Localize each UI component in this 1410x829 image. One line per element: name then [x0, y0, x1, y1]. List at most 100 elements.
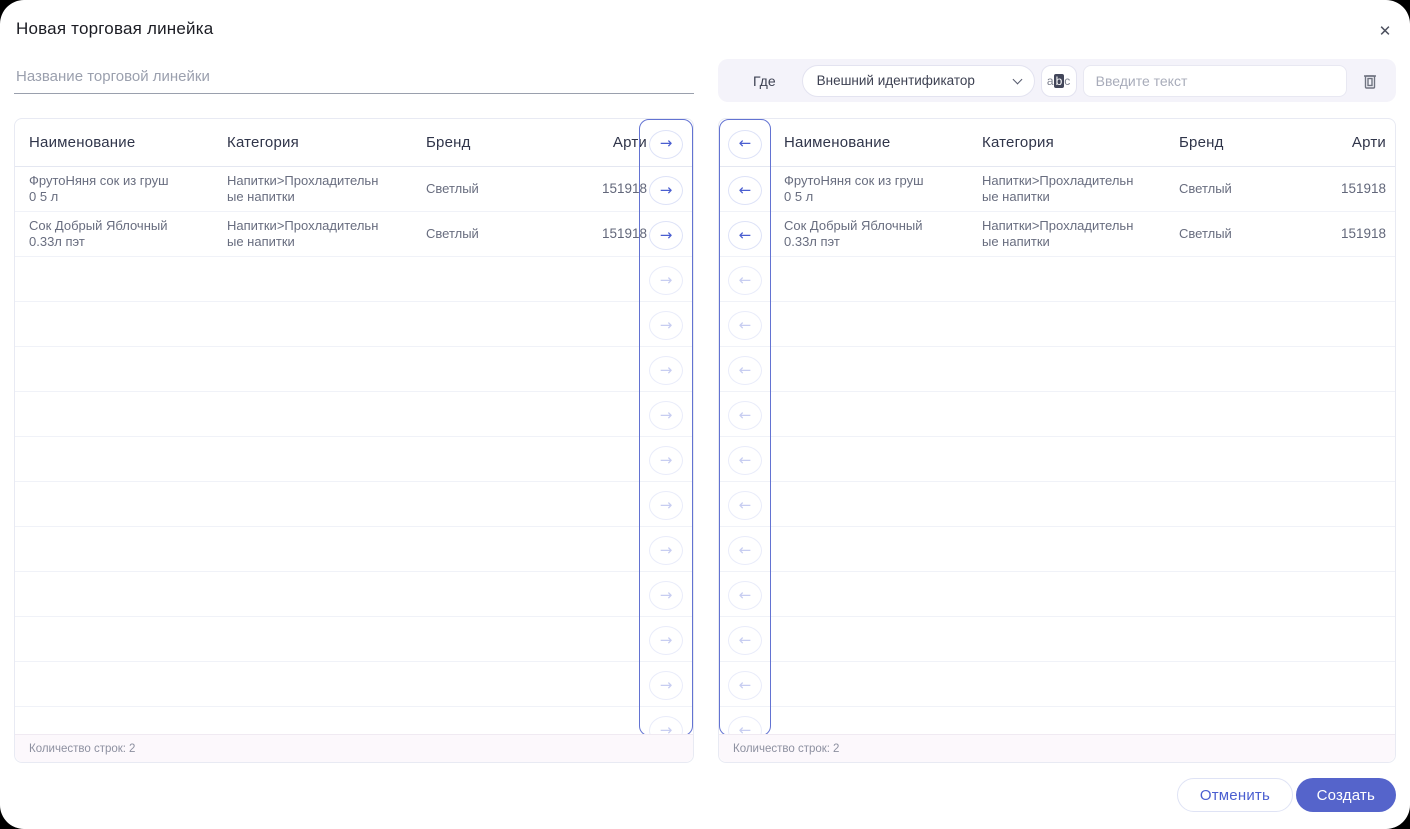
- move-left-icon[interactable]: ←: [728, 401, 762, 430]
- cell-category: Напитки>Прохладительные напитки: [227, 173, 379, 204]
- source-products-table: Наименование Категория Бренд Арти ФрутоНяня…: [14, 118, 694, 763]
- move-left-icon[interactable]: ←: [728, 671, 762, 700]
- cell-brand: Светлый: [426, 181, 479, 196]
- chevron-down-icon: [1012, 74, 1023, 84]
- move-right-icon[interactable]: →: [649, 446, 683, 475]
- table-row: [719, 302, 1395, 347]
- filter-bar: Где Внешний идентификатор a b c: [718, 59, 1396, 102]
- move-left-icon[interactable]: ←: [728, 266, 762, 295]
- move-right-icon[interactable]: →: [649, 356, 683, 385]
- arrow-slot: ←: [720, 708, 770, 735]
- arrow-slot: →: [640, 438, 692, 483]
- column-header: Категория: [227, 134, 299, 151]
- column-header: Наименование: [29, 134, 136, 151]
- move-right-icon[interactable]: →: [649, 671, 683, 700]
- arrow-slot: →: [640, 393, 692, 438]
- match-case-letter: b: [1054, 73, 1064, 88]
- cell-article: 151918: [1340, 226, 1386, 241]
- move-right-icon[interactable]: →: [649, 311, 683, 340]
- cell-category: Напитки>Прохладительные напитки: [982, 218, 1134, 249]
- filter-field-value: Внешний идентификатор: [816, 73, 975, 88]
- arrow-slot: ←: [720, 213, 770, 258]
- filter-field-select[interactable]: Внешний идентификатор: [801, 64, 1035, 97]
- table-row: [719, 617, 1395, 662]
- move-left-icon[interactable]: ←: [728, 446, 762, 475]
- table-row: [15, 347, 693, 392]
- table-row: Сок Добрый Яблочный 0.33л пэт Напитки>Про…: [719, 212, 1395, 257]
- move-right-icon[interactable]: →: [649, 176, 683, 205]
- move-left-column: ← ← ← ← ← ← ← ← ← ← ← ← ← ←: [719, 119, 771, 736]
- arrow-slot: ←: [720, 438, 770, 483]
- table-footer: Количество строк: 2: [15, 734, 693, 762]
- cell-category: Напитки>Прохладительные напитки: [227, 218, 379, 249]
- arrow-slot: →: [640, 573, 692, 618]
- table-row: [719, 707, 1395, 734]
- table-row: [15, 302, 693, 347]
- row-count-label: Количество строк:: [29, 742, 126, 755]
- move-right-icon[interactable]: →: [649, 401, 683, 430]
- move-right-icon[interactable]: →: [649, 129, 683, 159]
- match-case-icon[interactable]: a b c: [1040, 64, 1077, 97]
- arrow-slot: →: [640, 120, 692, 168]
- move-right-icon[interactable]: →: [649, 266, 683, 295]
- arrow-slot: ←: [720, 168, 770, 213]
- new-trade-line-modal: Новая торговая линейка ✕ Где Внешний иде…: [0, 0, 1410, 829]
- move-left-icon[interactable]: ←: [728, 626, 762, 655]
- column-header: Категория: [982, 134, 1054, 151]
- table-row: [719, 437, 1395, 482]
- arrow-slot: ←: [720, 528, 770, 573]
- arrow-slot: ←: [720, 483, 770, 528]
- column-header: Бренд: [426, 134, 471, 151]
- table-row: [719, 662, 1395, 707]
- filter-text-input[interactable]: [1082, 64, 1347, 97]
- create-button[interactable]: Создать: [1295, 778, 1396, 812]
- table-row: [719, 257, 1395, 302]
- arrow-slot: →: [640, 618, 692, 663]
- arrow-slot: ←: [720, 663, 770, 708]
- move-left-icon[interactable]: ←: [728, 176, 762, 205]
- move-left-icon[interactable]: ←: [728, 356, 762, 385]
- move-left-icon[interactable]: ←: [728, 129, 762, 159]
- move-left-icon[interactable]: ←: [728, 536, 762, 565]
- arrow-slot: →: [640, 213, 692, 258]
- row-count-label: Количество строк:: [733, 742, 830, 755]
- arrow-slot: ←: [720, 573, 770, 618]
- move-left-icon[interactable]: ←: [728, 221, 762, 250]
- row-count-value: 2: [833, 742, 840, 755]
- arrow-slot: ←: [720, 618, 770, 663]
- cell-name: ФрутоНяня сок из груш 0 5 л: [29, 173, 169, 204]
- match-case-letter: c: [1064, 73, 1071, 88]
- trash-icon[interactable]: [1359, 69, 1381, 93]
- table-row: [15, 437, 693, 482]
- table-footer: Количество строк: 2: [719, 734, 1395, 762]
- move-left-icon[interactable]: ←: [728, 311, 762, 340]
- move-right-icon[interactable]: →: [649, 581, 683, 610]
- move-right-column: → → → → → → → → → → → → → →: [639, 119, 693, 736]
- table-row: [15, 572, 693, 617]
- table-body: ФрутоНяня сок из груш 0 5 л Напитки>Прохл…: [15, 167, 693, 734]
- table-body: ФрутоНяня сок из груш 0 5 л Напитки>Прохл…: [719, 167, 1395, 734]
- arrow-slot: ←: [720, 348, 770, 393]
- move-left-icon[interactable]: ←: [728, 716, 762, 735]
- move-right-icon[interactable]: →: [649, 491, 683, 520]
- table-row: [719, 392, 1395, 437]
- cell-brand: Светлый: [426, 226, 479, 241]
- table-header-row: Наименование Категория Бренд Арти: [719, 119, 1395, 167]
- close-icon[interactable]: ✕: [1373, 20, 1397, 44]
- arrow-slot: →: [640, 168, 692, 213]
- table-row: [719, 347, 1395, 392]
- table-row: ФрутоНяня сок из груш 0 5 л Напитки>Прохл…: [15, 167, 693, 212]
- trade-line-name-input[interactable]: [14, 59, 694, 94]
- move-right-icon[interactable]: →: [649, 626, 683, 655]
- move-left-icon[interactable]: ←: [728, 491, 762, 520]
- column-header: Арти: [1351, 134, 1386, 151]
- cell-brand: Светлый: [1179, 226, 1232, 241]
- move-right-icon[interactable]: →: [649, 716, 683, 735]
- cancel-button[interactable]: Отменить: [1176, 778, 1293, 812]
- move-right-icon[interactable]: →: [649, 536, 683, 565]
- move-left-icon[interactable]: ←: [728, 581, 762, 610]
- cell-brand: Светлый: [1179, 181, 1232, 196]
- arrow-slot: →: [640, 483, 692, 528]
- move-right-icon[interactable]: →: [649, 221, 683, 250]
- column-header: Наименование: [784, 134, 891, 151]
